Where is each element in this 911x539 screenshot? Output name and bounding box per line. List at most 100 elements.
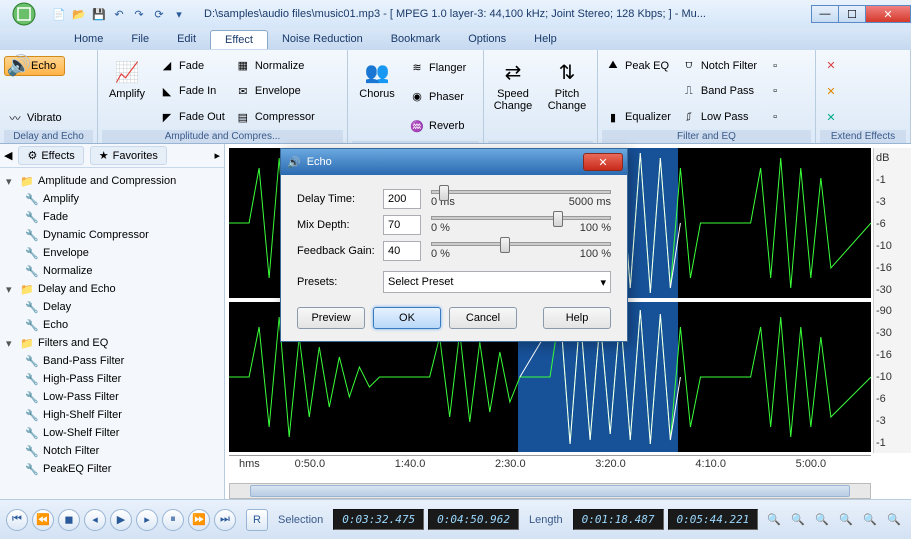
- prev-button[interactable]: ◂: [84, 509, 106, 531]
- tree-group[interactable]: ▾📁Amplitude and Compression: [2, 172, 222, 190]
- chorus-button[interactable]: 👥Chorus: [352, 53, 402, 141]
- menu-help[interactable]: Help: [520, 30, 571, 48]
- feedback-gain-slider[interactable]: [431, 242, 611, 246]
- filter-extra3[interactable]: ▫: [764, 107, 786, 127]
- fadein-button[interactable]: ◣Fade In: [156, 81, 228, 101]
- cancel-button[interactable]: Cancel: [449, 307, 517, 329]
- refresh-icon[interactable]: ⟳: [150, 5, 168, 23]
- qat-dropdown-icon[interactable]: ▾: [170, 5, 188, 23]
- menu-edit[interactable]: Edit: [163, 30, 210, 48]
- envelope-button[interactable]: ✉Envelope: [232, 81, 318, 101]
- timeline-unit: hms: [239, 458, 260, 470]
- bandpass-button[interactable]: ⎍Band Pass: [678, 81, 760, 101]
- tree-item[interactable]: 🔧Band-Pass Filter: [2, 352, 222, 370]
- zoom-sel-icon[interactable]: 🔍: [835, 509, 857, 531]
- menu-noise-reduction[interactable]: Noise Reduction: [268, 30, 377, 48]
- goto-end-button[interactable]: ⏭: [214, 509, 236, 531]
- tab-effects[interactable]: ⚙Effects: [18, 146, 83, 165]
- tree-item[interactable]: 🔧Low-Shelf Filter: [2, 424, 222, 442]
- zoom-out-icon[interactable]: 🔍: [811, 509, 833, 531]
- tree-item[interactable]: 🔧High-Shelf Filter: [2, 406, 222, 424]
- goto-start-button[interactable]: ⏮: [6, 509, 28, 531]
- horizontal-scrollbar[interactable]: [229, 483, 871, 499]
- equalizer-button[interactable]: ▮Equalizer: [602, 107, 674, 127]
- new-icon[interactable]: 📄: [50, 5, 68, 23]
- zoom-fit-icon[interactable]: 🔍: [763, 509, 785, 531]
- menu-bookmark[interactable]: Bookmark: [377, 30, 455, 48]
- mix-depth-input[interactable]: [383, 215, 421, 235]
- tree-item[interactable]: 🔧Echo: [2, 316, 222, 334]
- sidepanel-collapse-icon[interactable]: ◀: [4, 149, 12, 162]
- delay-time-input[interactable]: [383, 189, 421, 209]
- filter-extra1[interactable]: ▫: [764, 56, 786, 76]
- extend3[interactable]: ✕: [820, 107, 842, 127]
- effects-tree[interactable]: ▾📁Amplitude and Compression🔧Amplify🔧Fade…: [0, 168, 224, 499]
- tree-item[interactable]: 🔧Fade: [2, 208, 222, 226]
- tree-item[interactable]: 🔧High-Pass Filter: [2, 370, 222, 388]
- extend1[interactable]: ✕: [820, 56, 842, 76]
- normalize-button[interactable]: ▦Normalize: [232, 56, 318, 76]
- pitch-change-button[interactable]: ⇅Pitch Change: [542, 53, 592, 141]
- dialog-titlebar[interactable]: 🔊 Echo ✕: [281, 149, 627, 175]
- peakeq-button[interactable]: ⛰Peak EQ: [602, 56, 674, 76]
- open-icon[interactable]: 📂: [70, 5, 88, 23]
- echo-button[interactable]: 🔊Echo: [4, 56, 65, 76]
- compressor-button[interactable]: ▤Compressor: [232, 107, 318, 127]
- tree-item[interactable]: 🔧Low-Pass Filter: [2, 388, 222, 406]
- save-icon[interactable]: 💾: [90, 5, 108, 23]
- rewind-button[interactable]: ⏪: [32, 509, 54, 531]
- minimize-button[interactable]: —: [811, 5, 839, 23]
- amplify-button[interactable]: 📈Amplify: [102, 53, 152, 130]
- tree-item[interactable]: 🔧Envelope: [2, 244, 222, 262]
- redo-icon[interactable]: ↷: [130, 5, 148, 23]
- speed-change-button[interactable]: ⇄Speed Change: [488, 53, 538, 141]
- stop-button[interactable]: ◼: [58, 509, 80, 531]
- next-button[interactable]: ▸: [136, 509, 158, 531]
- tree-item[interactable]: 🔧Normalize: [2, 262, 222, 280]
- notch-button[interactable]: ⩌Notch Filter: [678, 56, 760, 76]
- forward-button[interactable]: ⏩: [188, 509, 210, 531]
- maximize-button[interactable]: ☐: [838, 5, 866, 23]
- reverb-button[interactable]: ♒Reverb: [406, 116, 469, 136]
- tree-item[interactable]: 🔧Notch Filter: [2, 442, 222, 460]
- pause-button[interactable]: ⏸: [162, 509, 184, 531]
- tree-group[interactable]: ▾📁Delay and Echo: [2, 280, 222, 298]
- zoom-vert-out-icon[interactable]: 🔍: [883, 509, 905, 531]
- menu-effect[interactable]: Effect: [210, 30, 268, 49]
- tree-item[interactable]: 🔧Dynamic Compressor: [2, 226, 222, 244]
- tab-favorites[interactable]: ★Favorites: [90, 146, 167, 165]
- help-button[interactable]: Help: [543, 307, 611, 329]
- menu-home[interactable]: Home: [60, 30, 117, 48]
- delay-time-slider[interactable]: [431, 190, 611, 194]
- dialog-close-button[interactable]: ✕: [583, 153, 623, 171]
- app-orb[interactable]: [4, 0, 44, 28]
- close-button[interactable]: ✕: [865, 5, 911, 23]
- scrollbar-thumb[interactable]: [250, 485, 850, 497]
- zoom-in-icon[interactable]: 🔍: [787, 509, 809, 531]
- sidepanel-menu-icon[interactable]: ▸: [214, 149, 220, 162]
- flanger-button[interactable]: ≋Flanger: [406, 58, 469, 78]
- record-button[interactable]: R: [246, 509, 268, 531]
- play-button[interactable]: ▶: [110, 509, 132, 531]
- mix-depth-slider[interactable]: [431, 216, 611, 220]
- fadeout-button[interactable]: ◤Fade Out: [156, 107, 228, 127]
- menu-options[interactable]: Options: [454, 30, 520, 48]
- lowpass-button[interactable]: ⎎Low Pass: [678, 107, 760, 127]
- extend2[interactable]: ✕: [820, 81, 842, 101]
- timeline[interactable]: hms0:50.01:40.02:30.03:20.04:10.05:00.0: [229, 455, 871, 481]
- fade-button[interactable]: ◢Fade: [156, 56, 228, 76]
- menu-file[interactable]: File: [117, 30, 163, 48]
- tree-group[interactable]: ▾📁Filters and EQ: [2, 334, 222, 352]
- preview-button[interactable]: Preview: [297, 307, 365, 329]
- vibrato-button[interactable]: 〰Vibrato: [4, 108, 65, 128]
- phaser-button[interactable]: ◉Phaser: [406, 87, 469, 107]
- feedback-gain-input[interactable]: [383, 241, 421, 261]
- tree-item[interactable]: 🔧Delay: [2, 298, 222, 316]
- tree-item[interactable]: 🔧Amplify: [2, 190, 222, 208]
- filter-extra2[interactable]: ▫: [764, 81, 786, 101]
- ok-button[interactable]: OK: [373, 307, 441, 329]
- presets-select[interactable]: Select Preset▾: [383, 271, 611, 293]
- tree-item[interactable]: 🔧PeakEQ Filter: [2, 460, 222, 478]
- zoom-vert-in-icon[interactable]: 🔍: [859, 509, 881, 531]
- undo-icon[interactable]: ↶: [110, 5, 128, 23]
